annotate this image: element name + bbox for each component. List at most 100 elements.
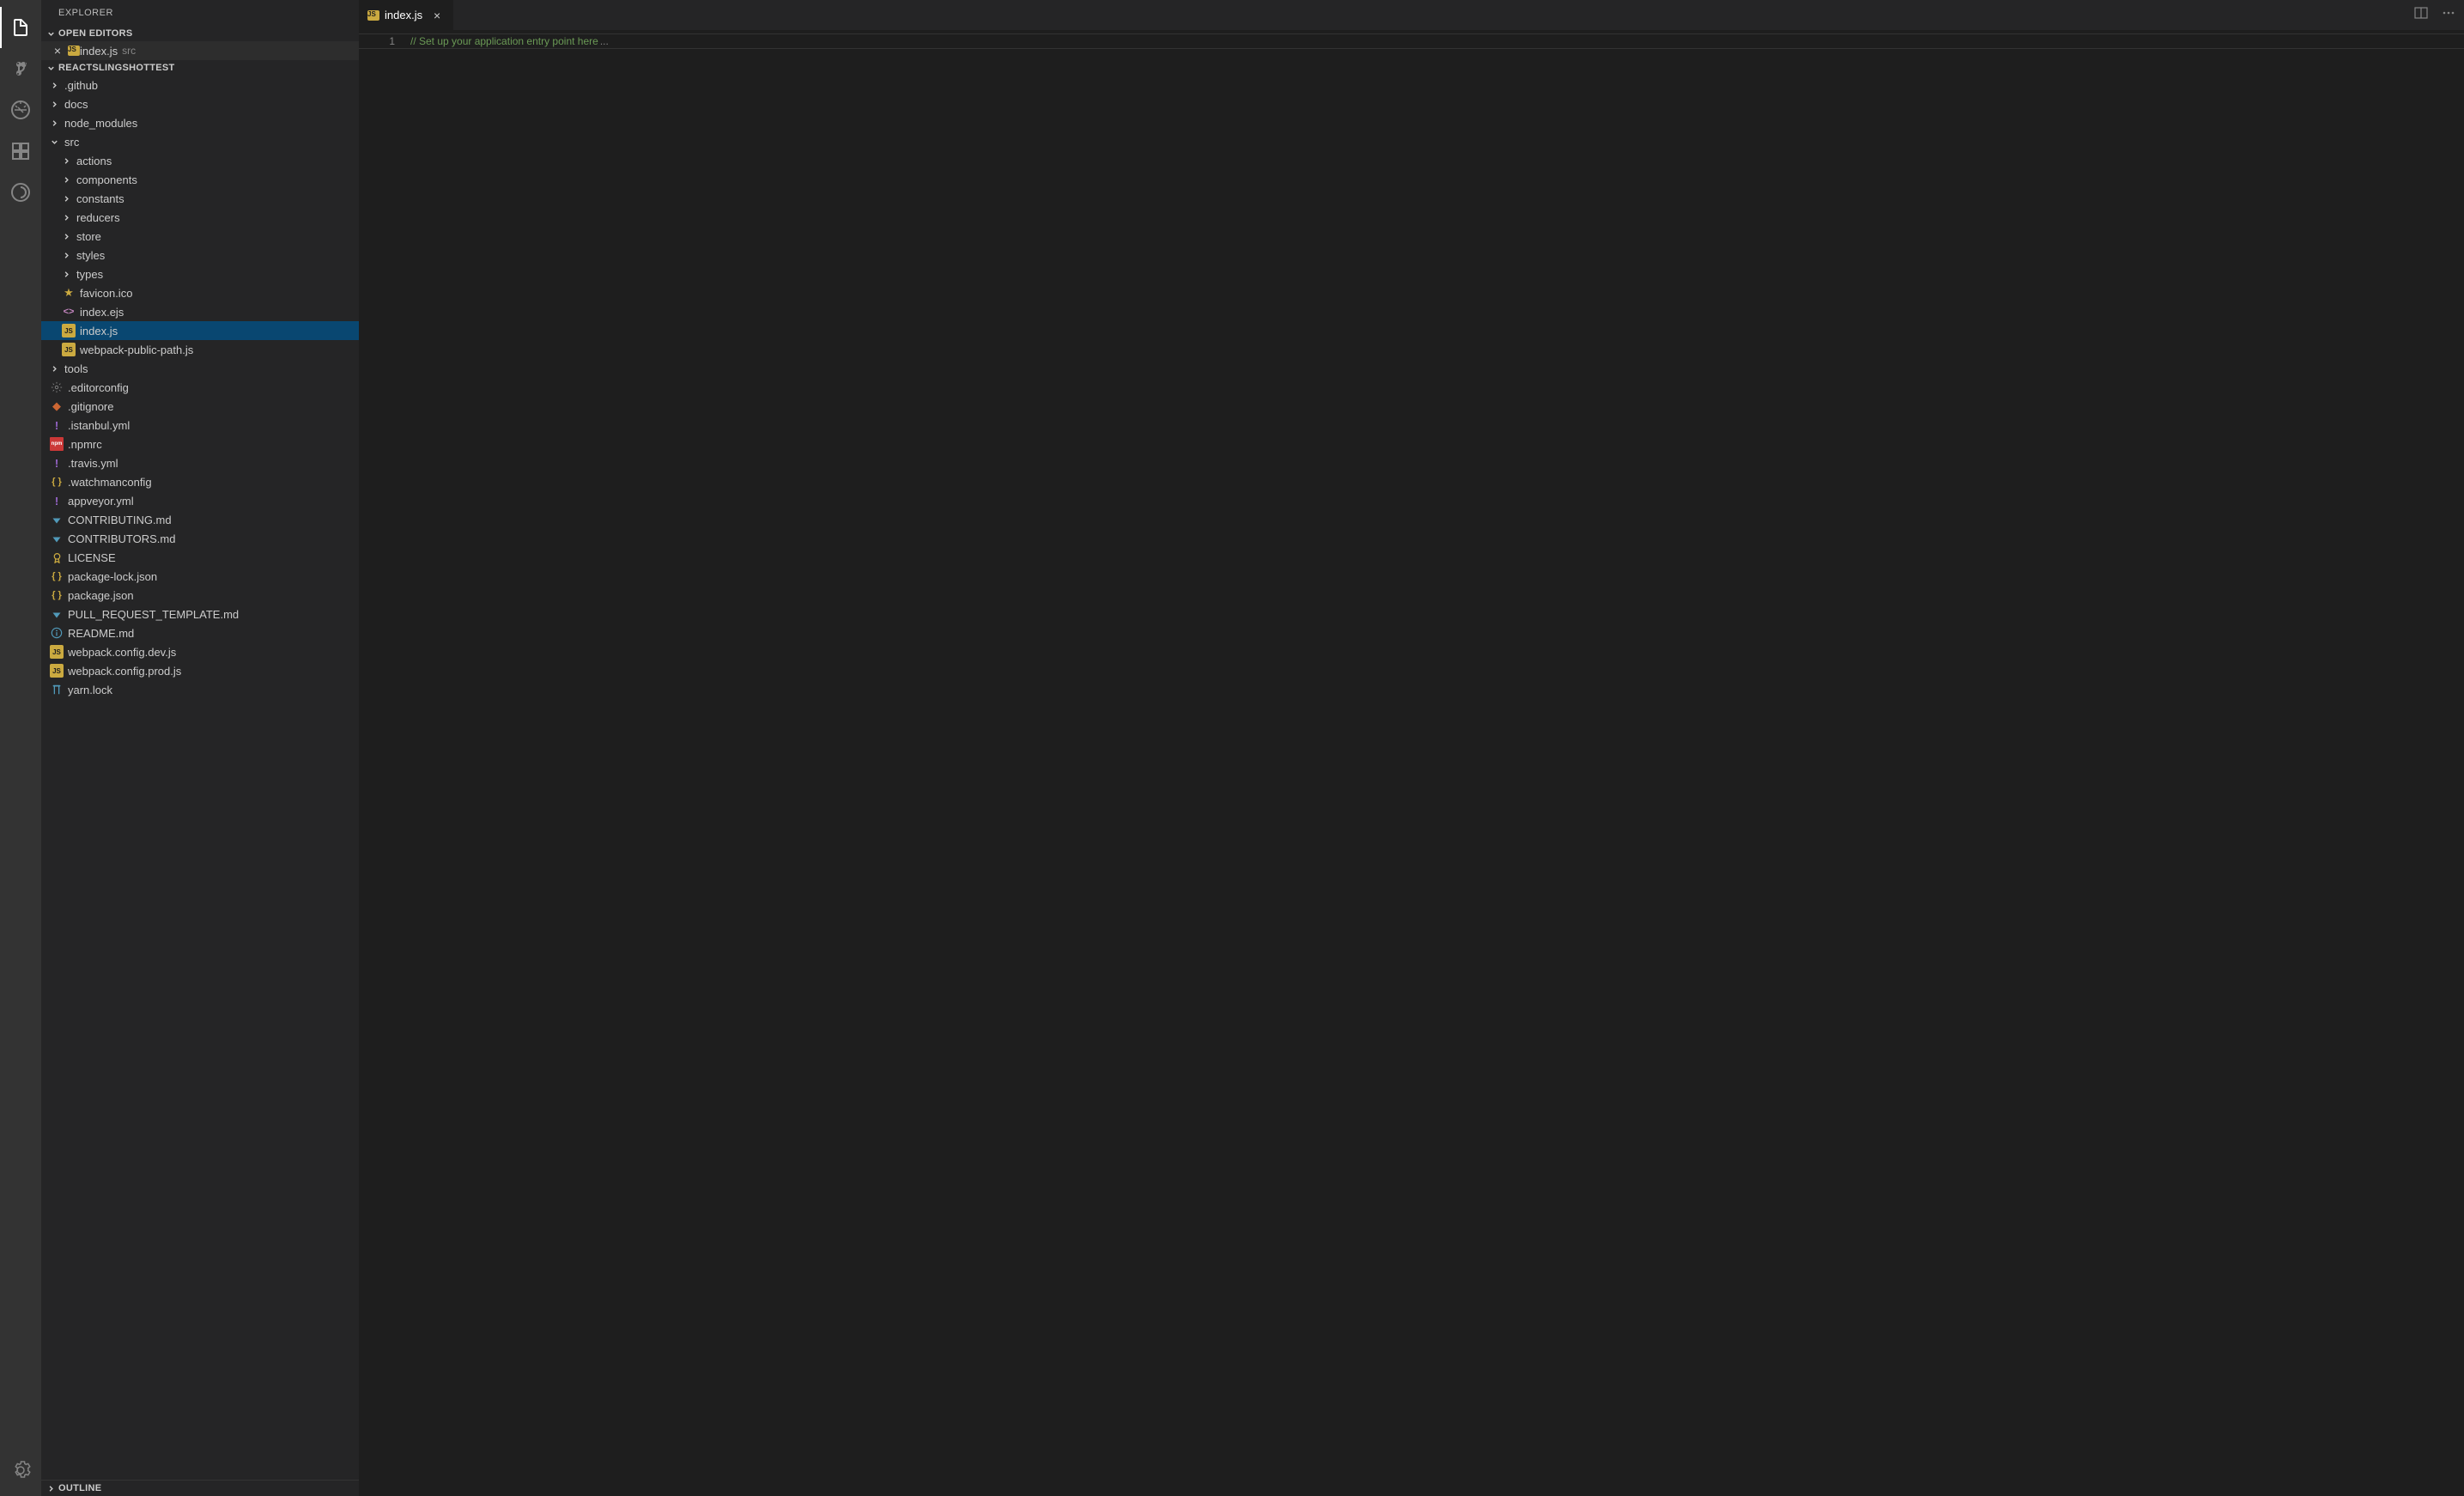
item-label: .editorconfig xyxy=(68,381,129,394)
chevron-down-icon xyxy=(46,29,56,39)
item-label: README.md xyxy=(68,627,134,640)
activity-scm[interactable] xyxy=(0,48,41,89)
file-item[interactable]: ! .istanbul.yml xyxy=(41,416,359,435)
file-tree: .github docs node_modulessrc actions compone… xyxy=(41,76,359,1480)
item-label: .istanbul.yml xyxy=(68,419,130,432)
folder-item[interactable]: reducers xyxy=(41,208,359,227)
folder-item[interactable]: tools xyxy=(41,359,359,378)
file-item[interactable]: PULL_REQUEST_TEMPLATE.md xyxy=(41,605,359,623)
chevron-down-icon xyxy=(50,137,59,147)
js-file-icon: JS xyxy=(50,664,64,678)
open-editor-item[interactable]: × JS index.js src xyxy=(41,41,359,60)
chevron-right-icon xyxy=(62,213,71,222)
item-label: .watchmanconfig xyxy=(68,476,152,489)
item-label: types xyxy=(76,268,103,281)
file-item[interactable]: JSwebpack.config.dev.js xyxy=(41,642,359,661)
js-file-icon: JS xyxy=(68,46,80,56)
close-icon[interactable]: × xyxy=(51,44,64,58)
project-header[interactable]: REACTSLINGSHOTTEST xyxy=(41,60,359,76)
star-icon: ★ xyxy=(62,286,76,300)
chevron-right-icon xyxy=(50,100,59,109)
item-label: webpack.config.dev.js xyxy=(68,646,176,659)
file-item[interactable]: <>index.ejs xyxy=(41,302,359,321)
code-editor[interactable]: 1 // Set up your application entry point… xyxy=(359,30,2464,1496)
yaml-icon: ! xyxy=(50,418,64,432)
editor-area: JS index.js × 1 // Set up your applicati… xyxy=(359,0,2464,1496)
file-item[interactable]: JSindex.js xyxy=(41,321,359,340)
activity-debug[interactable] xyxy=(0,89,41,131)
folder-item[interactable]: node_modules xyxy=(41,113,359,132)
item-label: actions xyxy=(76,155,112,167)
file-item[interactable]: npm.npmrc xyxy=(41,435,359,453)
activity-extensions[interactable] xyxy=(0,131,41,172)
debug-icon xyxy=(10,100,31,120)
file-item[interactable]: JS webpack.config.prod.js xyxy=(41,661,359,680)
file-item[interactable]: { }package.json xyxy=(41,586,359,605)
gear-icon xyxy=(10,1460,31,1481)
file-item[interactable]: LICENSE xyxy=(41,548,359,567)
split-editor-button[interactable] xyxy=(2414,6,2428,24)
file-item[interactable]: CONTRIBUTING.md xyxy=(41,510,359,529)
file-item[interactable]: ! appveyor.yml xyxy=(41,491,359,510)
item-label: .npmrc xyxy=(68,438,102,451)
chevron-right-icon xyxy=(50,364,59,374)
chevron-right-icon xyxy=(62,251,71,260)
chevron-right-icon xyxy=(62,270,71,279)
json-icon: { } xyxy=(50,569,64,583)
file-item[interactable]: ◆.gitignore xyxy=(41,397,359,416)
item-label: LICENSE xyxy=(68,551,116,564)
yaml-icon: ! xyxy=(50,494,64,508)
file-item[interactable]: !.travis.yml xyxy=(41,453,359,472)
split-icon xyxy=(2414,6,2428,20)
item-label: store xyxy=(76,230,101,243)
tab-close-icon[interactable]: × xyxy=(429,8,445,23)
ellipsis-icon xyxy=(2442,6,2455,20)
folder-item[interactable]: components xyxy=(41,170,359,189)
code-line: // Set up your application entry point h… xyxy=(410,35,598,47)
more-actions-button[interactable] xyxy=(2442,6,2455,24)
markdown-icon xyxy=(50,607,64,621)
item-label: .github xyxy=(64,79,98,92)
activity-explorer[interactable] xyxy=(0,7,41,48)
chevron-right-icon xyxy=(50,119,59,128)
activity-docker[interactable] xyxy=(0,172,41,213)
item-label: appveyor.yml xyxy=(68,495,134,508)
folder-item[interactable]: docs xyxy=(41,94,359,113)
line-number: 1 xyxy=(359,33,410,1496)
folder-item[interactable]: styles xyxy=(41,246,359,265)
item-label: package-lock.json xyxy=(68,570,157,583)
file-item[interactable]: README.md xyxy=(41,623,359,642)
file-item[interactable]: yarn.lock xyxy=(41,680,359,699)
item-label: PULL_REQUEST_TEMPLATE.md xyxy=(68,608,239,621)
file-item[interactable]: { } package-lock.json xyxy=(41,567,359,586)
folder-item[interactable]: .github xyxy=(41,76,359,94)
folder-item[interactable]: store xyxy=(41,227,359,246)
file-item[interactable]: CONTRIBUTORS.md xyxy=(41,529,359,548)
sidebar-title: EXPLORER xyxy=(41,0,359,26)
tab-bar: JS index.js × xyxy=(359,0,2464,30)
item-label: components xyxy=(76,173,137,186)
folder-item[interactable]: types xyxy=(41,265,359,283)
item-label: styles xyxy=(76,249,105,262)
open-editors-header[interactable]: OPEN EDITORS xyxy=(41,26,359,41)
file-item[interactable]: { }.watchmanconfig xyxy=(41,472,359,491)
item-label: package.json xyxy=(68,589,134,602)
file-item[interactable]: ★favicon.ico xyxy=(41,283,359,302)
js-file-icon: JS xyxy=(62,324,76,338)
chevron-right-icon xyxy=(62,232,71,241)
chevron-right-icon xyxy=(62,175,71,185)
file-item[interactable]: .editorconfig xyxy=(41,378,359,397)
extensions-icon xyxy=(10,141,31,161)
folder-item[interactable]: src xyxy=(41,132,359,151)
activity-settings[interactable] xyxy=(0,1450,41,1491)
item-label: webpack.config.prod.js xyxy=(68,665,181,678)
folder-item[interactable]: constants xyxy=(41,189,359,208)
item-label: docs xyxy=(64,98,88,111)
item-label: .travis.yml xyxy=(68,457,118,470)
fold-indicator[interactable]: ... xyxy=(600,35,609,47)
folder-item[interactable]: actions xyxy=(41,151,359,170)
tab-index-js[interactable]: JS index.js × xyxy=(359,0,453,30)
file-item[interactable]: JSwebpack-public-path.js xyxy=(41,340,359,359)
outline-header[interactable]: OUTLINE xyxy=(41,1480,359,1496)
item-label: CONTRIBUTORS.md xyxy=(68,532,175,545)
